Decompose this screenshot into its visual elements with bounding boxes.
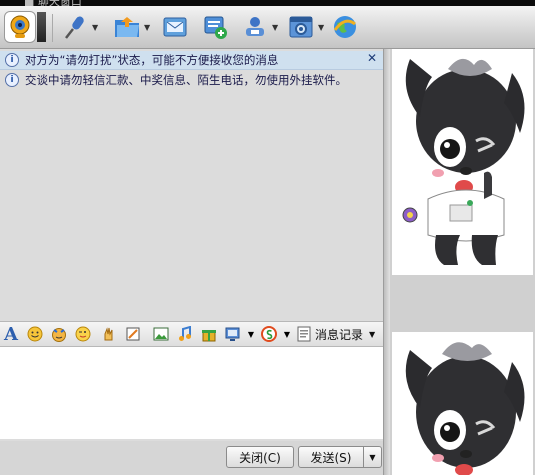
send-mail-button[interactable] — [160, 10, 190, 44]
chevron-down-icon[interactable]: ▼ — [278, 325, 296, 343]
user-monitor-icon — [240, 12, 270, 42]
browser-button[interactable] — [330, 10, 360, 44]
chevron-down-icon[interactable]: ▼ — [369, 330, 375, 339]
close-button[interactable]: 关闭(C) — [226, 446, 294, 468]
chat-panel: i 对方为“请勿打扰”状态，可能不方便接收您的消息 ✕ i 交谈中请勿轻信汇款、… — [0, 49, 384, 475]
contact-avatar-show — [392, 49, 533, 275]
chevron-down-icon[interactable]: ▼ — [242, 325, 260, 343]
profile-panel — [384, 49, 535, 475]
history-document-icon — [297, 326, 311, 342]
chevron-down-icon[interactable]: ▼ — [272, 23, 280, 32]
info-icon: i — [5, 53, 19, 67]
chevron-down-icon[interactable]: ▼ — [318, 23, 326, 32]
gift-icon[interactable] — [200, 325, 218, 343]
send-options-dropdown[interactable]: ▼ — [363, 446, 382, 468]
screenshot-image-icon[interactable] — [152, 325, 170, 343]
message-history-button[interactable]: 消息记录 ▼ — [297, 324, 375, 344]
toolbar-separator — [52, 14, 53, 42]
gear-window-icon — [286, 12, 316, 42]
panel-divider[interactable] — [384, 49, 390, 475]
folder-icon — [112, 12, 142, 42]
video-dropdown[interactable] — [37, 12, 46, 42]
wink-emoji-icon[interactable] — [74, 325, 92, 343]
dnd-notice-text: 对方为“请勿打扰”状态，可能不方便接收您的消息 — [25, 53, 279, 67]
send-file-button[interactable]: ▼ — [112, 10, 152, 44]
security-notice-bar: i 交谈中请勿轻信汇款、中奖信息、陌生电话，勿使用外挂软件。 — [0, 71, 383, 89]
history-label: 消息记录 — [315, 327, 364, 342]
message-input[interactable] — [0, 347, 383, 439]
remote-assist-button[interactable]: ▼ — [240, 10, 280, 44]
mail-icon — [160, 12, 190, 42]
security-notice-text: 交谈中请勿轻信汇款、中奖信息、陌生电话，勿使用外挂软件。 — [25, 73, 347, 87]
magic-emoji-icon[interactable] — [50, 325, 68, 343]
scribble-icon[interactable] — [124, 325, 142, 343]
top-toolbar: ▼ ▼ ▼ ▼ — [0, 6, 535, 49]
app-settings-button[interactable]: ▼ — [286, 10, 326, 44]
chevron-down-icon[interactable]: ▼ — [144, 23, 152, 32]
sogou-input-icon[interactable] — [260, 325, 278, 343]
font-settings-icon[interactable]: A — [2, 324, 20, 345]
format-toolbar: A ▼ ▼ 消息记录 ▼ — [0, 321, 383, 347]
user-avatar-show — [392, 332, 533, 475]
microphone-icon — [60, 12, 90, 42]
create-group-button[interactable] — [200, 10, 230, 44]
webcam-icon — [4, 11, 36, 43]
close-icon[interactable]: ✕ — [367, 51, 377, 65]
dnd-notice-bar: i 对方为“请勿打扰”状态，可能不方便接收您的消息 ✕ — [0, 51, 383, 70]
voice-call-button[interactable]: ▼ — [60, 10, 100, 44]
video-call-button[interactable] — [4, 10, 46, 44]
globe-icon — [330, 12, 360, 42]
info-icon: i — [5, 73, 19, 87]
emoji-icon[interactable] — [26, 325, 44, 343]
screen-capture-icon[interactable] — [224, 325, 242, 343]
music-icon[interactable] — [176, 325, 194, 343]
action-button-bar: 关闭(C) 发送(S) ▼ — [0, 441, 383, 475]
shake-window-icon[interactable] — [100, 325, 118, 343]
add-note-icon — [200, 12, 230, 42]
chevron-down-icon[interactable]: ▼ — [92, 23, 100, 32]
send-button[interactable]: 发送(S) — [298, 446, 364, 468]
